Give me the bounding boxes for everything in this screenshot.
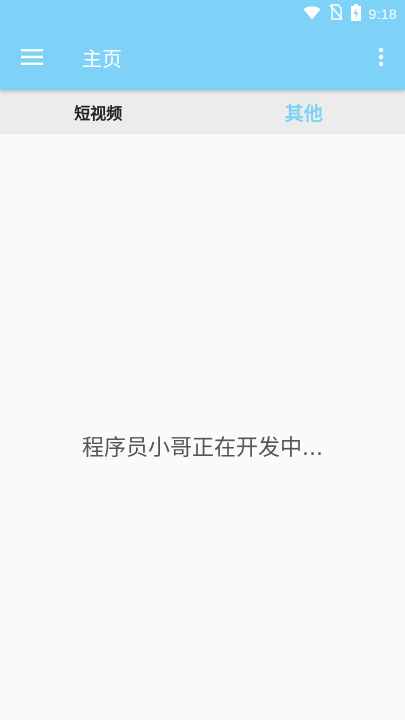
more-options-button[interactable] bbox=[363, 37, 399, 81]
app-bar: 主页 bbox=[0, 28, 405, 90]
status-bar: 9:18 bbox=[0, 0, 405, 28]
tab-short-video-label: 短视频 bbox=[74, 104, 123, 123]
tab-other-label: 其他 bbox=[284, 102, 323, 125]
menu-button[interactable] bbox=[10, 37, 54, 81]
hamburger-menu-icon bbox=[21, 49, 43, 69]
tab-short-video[interactable]: 短视频 bbox=[0, 90, 203, 134]
status-icons: 9:18 bbox=[303, 0, 397, 28]
tab-bar: 短视频 其他 bbox=[0, 90, 405, 134]
content-area: 程序员小哥正在开发中... bbox=[0, 134, 405, 720]
tab-other[interactable]: 其他 bbox=[203, 90, 405, 134]
wifi-icon bbox=[303, 5, 321, 24]
status-time: 9:18 bbox=[368, 6, 397, 22]
battery-charging-icon bbox=[350, 3, 361, 25]
page-title: 主页 bbox=[82, 47, 122, 71]
no-sim-icon bbox=[329, 4, 343, 24]
more-vertical-icon bbox=[378, 47, 384, 71]
under-development-message: 程序员小哥正在开发中... bbox=[82, 436, 323, 461]
